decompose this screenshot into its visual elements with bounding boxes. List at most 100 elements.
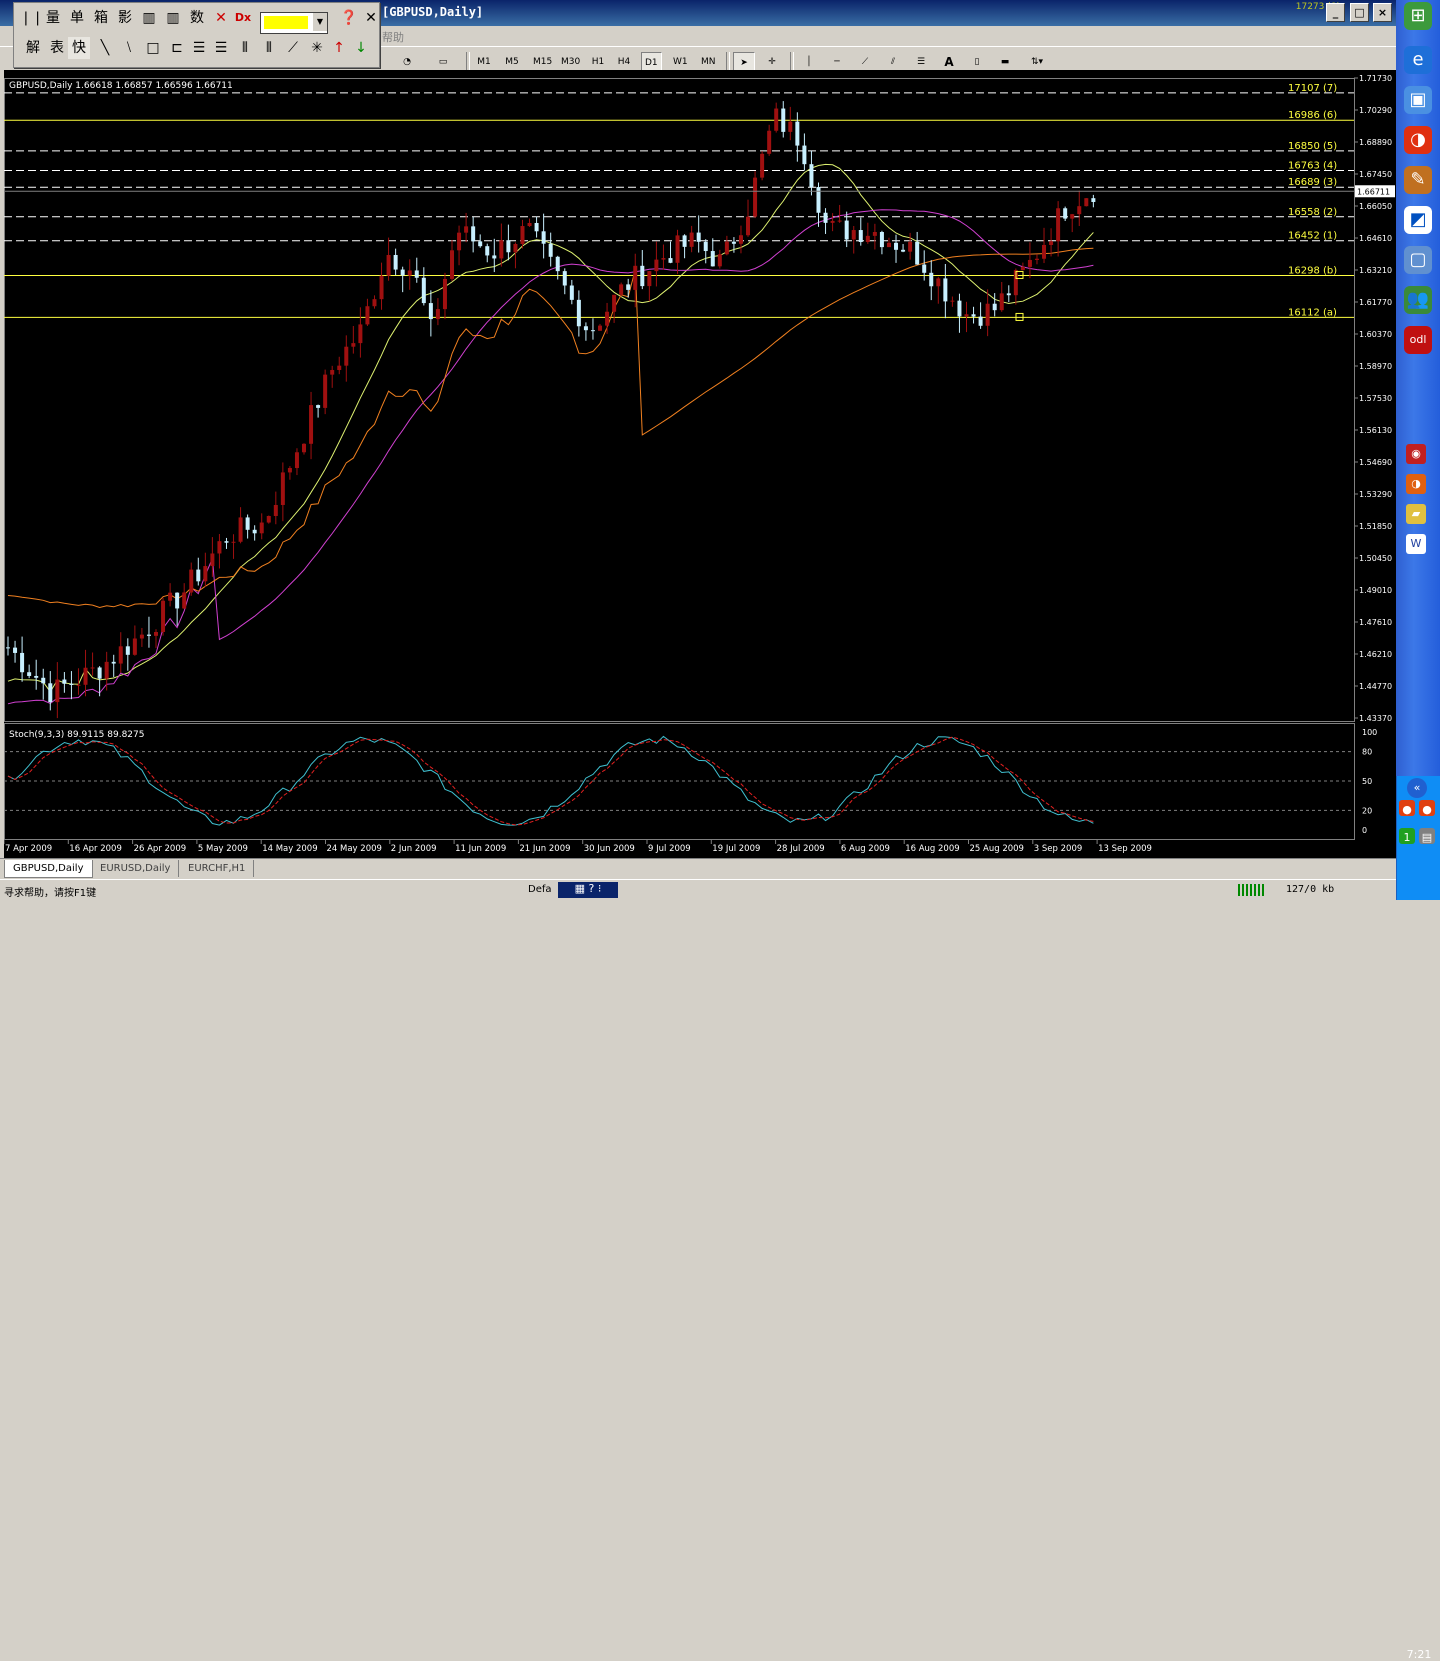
float-btn-5[interactable]: 数: [186, 7, 208, 29]
status-profile[interactable]: Default: [528, 884, 552, 895]
pencils-icon[interactable]: ✎: [1404, 166, 1432, 194]
collapse-icon[interactable]: «: [1407, 778, 1427, 798]
candle-body: [724, 241, 729, 255]
candle-body: [104, 661, 109, 679]
candle-body: [196, 569, 201, 582]
trendline-tool-icon[interactable]: ⟋: [854, 52, 876, 72]
timeframe-m5-button[interactable]: M5: [502, 52, 522, 72]
text-tool-button[interactable]: A: [938, 52, 960, 72]
box-tool-icon[interactable]: □: [142, 37, 164, 59]
bars-icon[interactable]: ▥: [138, 7, 160, 29]
vlines-tool-icon[interactable]: ⦀: [234, 37, 256, 59]
price-axis-label: 1.53290: [1359, 490, 1392, 499]
price-axis-label: 1.68890: [1359, 138, 1392, 147]
grid-app-icon[interactable]: ◩: [1404, 206, 1432, 234]
minimize-button[interactable]: _: [1326, 3, 1345, 22]
candle-body: [753, 177, 758, 217]
crosshair-tool-icon[interactable]: ✛: [761, 52, 783, 72]
chart-window[interactable]: 17107 (7) 16986 (6) 16850 (5) 16763 (4) 1668…: [3, 70, 1396, 858]
folder-icon[interactable]: ▰: [1406, 504, 1426, 524]
arrow-up-icon[interactable]: ↑: [328, 37, 350, 59]
color-picker[interactable]: ▼: [260, 12, 328, 34]
timeframe-d1-button[interactable]: D1: [641, 52, 662, 72]
word-icon[interactable]: W: [1406, 534, 1426, 554]
rectangle-tool-icon[interactable]: ▬: [994, 52, 1016, 72]
price-chart[interactable]: 17107 (7) 16986 (6) 16850 (5) 16763 (4) 1668…: [3, 70, 1396, 858]
timeframe-m1-button[interactable]: M1: [474, 52, 494, 72]
grid-tool-icon[interactable]: ⊏: [166, 37, 188, 59]
arrows-tool-icon[interactable]: ⇅▾: [1022, 52, 1052, 72]
label-tool-icon[interactable]: ▯: [966, 52, 988, 72]
ray-tool-icon[interactable]: ⧵: [118, 37, 140, 59]
window-app-icon[interactable]: ▢: [1404, 246, 1432, 274]
candle-body: [499, 240, 504, 259]
qq-icon[interactable]: ●: [1399, 800, 1415, 816]
arrow-down-icon[interactable]: ↓: [350, 37, 372, 59]
timeframe-h4-button[interactable]: H4: [614, 52, 634, 72]
help-icon[interactable]: ❓: [338, 7, 360, 29]
candle-body: [872, 231, 877, 236]
profile-icons[interactable]: ▦ ? ⁝: [558, 882, 618, 898]
dx-icon[interactable]: Dx: [232, 7, 254, 29]
candle-icon[interactable]: ❘❘: [20, 7, 43, 29]
fan2-tool-icon[interactable]: ✳: [306, 37, 328, 59]
menu-help[interactable]: 帮助: [382, 29, 404, 45]
cursor-tool-icon[interactable]: ➤: [733, 52, 755, 72]
bars2-icon[interactable]: ▥: [162, 7, 184, 29]
start-icon[interactable]: ⊞: [1404, 2, 1432, 30]
float-btn-6[interactable]: 解: [22, 37, 44, 59]
maximize-button[interactable]: □: [1350, 3, 1369, 22]
timeframe-mn-button[interactable]: MN: [698, 52, 719, 72]
timeframe-m30-button[interactable]: M30: [558, 52, 583, 72]
clock-icon[interactable]: ◔: [394, 52, 420, 72]
fibonacci-tool-icon[interactable]: ☰: [910, 52, 932, 72]
horizontal-line-tool-icon[interactable]: ─: [826, 52, 848, 72]
candle-body: [316, 405, 321, 408]
float-btn-7[interactable]: 表: [46, 37, 68, 59]
vlines2-tool-icon[interactable]: ⦀: [258, 37, 280, 59]
task-app-icon[interactable]: ◑: [1406, 474, 1426, 494]
fan-tool-icon[interactable]: ⟋: [282, 37, 304, 59]
users-icon[interactable]: 👥: [1404, 286, 1432, 314]
tab-eurchf[interactable]: EURCHF,H1: [180, 860, 255, 877]
timeframe-w1-button[interactable]: W1: [670, 52, 691, 72]
float-btn-3[interactable]: 箱: [90, 7, 112, 29]
cross-icon[interactable]: ✕: [210, 7, 232, 29]
app2-icon[interactable]: ◑: [1404, 126, 1432, 154]
float-btn-8[interactable]: 快: [68, 37, 90, 59]
tray-1-icon[interactable]: 1: [1399, 828, 1415, 844]
odl-icon[interactable]: odl: [1404, 326, 1432, 354]
float-btn-1[interactable]: 量: [42, 7, 64, 29]
ie-icon[interactable]: e: [1404, 46, 1432, 74]
app-icon[interactable]: ▣: [1404, 86, 1432, 114]
tray-app-icon[interactable]: ▤: [1419, 828, 1435, 844]
fib2-tool-icon[interactable]: ☰: [210, 37, 232, 59]
template-icon[interactable]: ▭: [428, 52, 458, 72]
fib-tool-icon[interactable]: ☰: [188, 37, 210, 59]
vertical-line-tool-icon[interactable]: │: [798, 52, 820, 72]
channel-tool-icon[interactable]: ⫽: [882, 52, 904, 72]
status-traffic: 127/0 kb: [1286, 884, 1335, 895]
candle-body: [231, 541, 236, 543]
float-btn-4[interactable]: 影: [114, 7, 136, 29]
candle-body: [344, 346, 349, 366]
tab-gbpusd[interactable]: GBPUSD,Daily: [4, 860, 93, 878]
level-label: 16986 (6): [1288, 110, 1337, 121]
timeframe-m15-button[interactable]: M15: [530, 52, 555, 72]
candle-body: [372, 299, 377, 307]
candle-body: [330, 370, 335, 375]
timeframe-h1-button[interactable]: H1: [588, 52, 608, 72]
close-window-button[interactable]: ×: [1373, 3, 1392, 22]
float-btn-2[interactable]: 单: [66, 7, 88, 29]
qq2-icon[interactable]: ●: [1419, 800, 1435, 816]
candle-body: [1034, 258, 1039, 260]
date-axis-label: 2 Jun 2009: [391, 844, 437, 854]
line-tool-icon[interactable]: ╲: [94, 37, 116, 59]
stoch-axis-label: 20: [1362, 806, 1372, 815]
task-odl-icon[interactable]: ◉: [1406, 444, 1426, 464]
chevron-down-icon[interactable]: ▼: [313, 13, 327, 31]
tab-eurusd[interactable]: EURUSD,Daily: [92, 860, 180, 877]
close-icon[interactable]: ✕: [360, 7, 382, 29]
candle-body: [386, 254, 391, 276]
stoch-axis-label: 0: [1362, 826, 1367, 835]
